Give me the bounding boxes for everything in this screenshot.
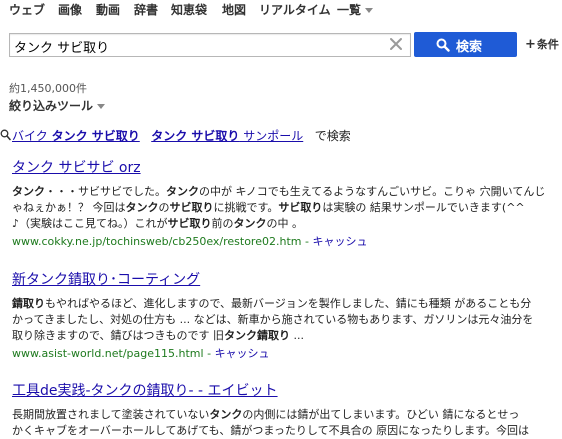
nav-item-map[interactable]: 地図 bbox=[222, 1, 246, 18]
search-conditions-link[interactable]: +条件 bbox=[525, 36, 559, 52]
magnifier-icon bbox=[0, 129, 11, 144]
snippet-highlight: 錆取り bbox=[12, 297, 45, 310]
snippet-text: かくキャブをオーバーホールしてあげても、錆がつまったりして不具合の 原因になった… bbox=[12, 424, 529, 437]
filter-tools-toggle[interactable]: 絞り込みツール bbox=[9, 97, 106, 114]
cache-link[interactable]: キャッシュ bbox=[312, 235, 367, 248]
snippet-highlight: タンク錆取り bbox=[224, 329, 291, 342]
snippet-text: の中 。 bbox=[266, 217, 304, 230]
nav-item-list[interactable]: 一覧 bbox=[337, 1, 374, 18]
result-title-link[interactable]: 工具de実践-タンクの錆取り- - エイビット bbox=[12, 380, 562, 400]
snippet-line: 取り除きますので、錆びはつきものです 旧タンク錆取り ... bbox=[12, 328, 562, 344]
snippet-line: ゃねぇかぁ！？ 今回はタンクのサビ取りに挑戦です。サビ取りは実験の 結果サンポー… bbox=[12, 200, 562, 216]
magnifier-icon bbox=[436, 37, 450, 56]
result-url: www.cokky.ne.jp/tochinsweb/cb250ex/resto… bbox=[12, 235, 368, 248]
snippet-highlight: タンク bbox=[166, 185, 199, 198]
snippet-text: ♪（実験はここ見てね。）これが bbox=[12, 217, 168, 230]
snippet-highlight: サビ取り bbox=[167, 217, 212, 230]
snippet-highlight: タンク bbox=[125, 201, 159, 214]
snippet-text: ... bbox=[290, 329, 305, 342]
result-url: www.asist-world.net/page115.html - キャッシュ bbox=[12, 347, 270, 360]
snippet-line: 錆取りもやればやるほど、進化しますので、最新バージョンを製作しました、錆にも種類… bbox=[12, 296, 562, 312]
caret-down-icon bbox=[97, 104, 106, 109]
snippet-text: は実験の 結果サンポールでいきます(^^ bbox=[322, 201, 525, 214]
snippet-line: かくキャブをオーバーホールしてあげても、錆がつまったりして不具合の 原因になった… bbox=[12, 423, 562, 439]
snippet-highlight: タンク bbox=[12, 185, 45, 198]
snippet-line: 長期間放置されまして塗装されていないタンクの内側には錆が出てしまいます。ひどい … bbox=[12, 407, 562, 423]
snippet-highlight: サビ取り bbox=[169, 201, 214, 214]
nav-item-chiebukuro[interactable]: 知恵袋 bbox=[171, 1, 207, 18]
top-nav: ウェブ 画像 動画 辞書 知恵袋 地図 リアルタイム 一覧 bbox=[0, 0, 562, 22]
snippet-text: 前の bbox=[211, 217, 234, 230]
snippet-highlight: タンク bbox=[233, 217, 267, 230]
snippet-line: タンク・・・サビサビでした。タンクの中が キノコでも生えてるようなすんごいサビ。… bbox=[12, 184, 562, 200]
result-title-link[interactable]: タンク サビサビ orz bbox=[12, 157, 562, 177]
result-title-link[interactable]: 新タンク錆取り･コーティング bbox=[12, 269, 562, 289]
search-input[interactable]: タンク サビ取り bbox=[9, 33, 411, 57]
snippet-text: 取り除きますので、錆びはつきものです 旧 bbox=[12, 329, 225, 342]
snippet-text: もやればやるほど、進化しますので、最新バージョンを製作しました、錆にも種類 があ… bbox=[45, 297, 532, 310]
search-button[interactable]: 検索 bbox=[414, 32, 517, 57]
related-search-link-1[interactable]: バイク タンク サビ取り bbox=[12, 129, 140, 143]
snippet-line: かってきましたし、対処の仕方も ... などは、新車から施されている物もあります… bbox=[12, 312, 562, 328]
snippet-highlight: タンク bbox=[209, 408, 243, 421]
result-snippet: 錆取りもやればやるほど、進化しますので、最新バージョンを製作しました、錆にも種類… bbox=[12, 296, 562, 344]
search-button-label: 検索 bbox=[456, 40, 483, 55]
snippet-text: ・・・サビサビでした。 bbox=[45, 185, 166, 198]
nav-item-images[interactable]: 画像 bbox=[58, 1, 82, 18]
result-count: 約1,450,000件 bbox=[9, 82, 87, 95]
plus-icon: + bbox=[525, 37, 536, 52]
search-query-text: タンク サビ取り bbox=[14, 41, 110, 56]
snippet-line: ♪（実験はここ見てね。）これがサビ取り前のタンクの中 。 bbox=[12, 216, 562, 232]
search-result: 新タンク錆取り･コーティング 錆取りもやればやるほど、進化しますので、最新バージ… bbox=[12, 269, 562, 361]
snippet-text: に挑戦です。 bbox=[213, 201, 279, 214]
result-snippet: 長期間放置されまして塗装されていないタンクの内側には錆が出てしまいます。ひどい … bbox=[12, 407, 562, 439]
snippet-text: の bbox=[158, 201, 170, 214]
cache-link[interactable]: キャッシュ bbox=[215, 347, 270, 360]
caret-down-icon bbox=[365, 8, 374, 13]
nav-item-realtime[interactable]: リアルタイム bbox=[259, 1, 331, 18]
nav-item-videos[interactable]: 動画 bbox=[96, 1, 120, 18]
result-snippet: タンク・・・サビサビでした。タンクの中が キノコでも生えてるようなすんごいサビ。… bbox=[12, 184, 562, 232]
snippet-text: の中が キノコでも生えてるようなすんごいサビ。こりゃ 穴開いてんじ bbox=[199, 185, 546, 198]
nav-item-dictionary[interactable]: 辞書 bbox=[134, 1, 158, 18]
snippet-text: の内側には錆が出てしまいます。ひどい 錆になるとせっ bbox=[242, 408, 520, 421]
snippet-highlight: サビ取り bbox=[278, 201, 323, 214]
related-search-link-2[interactable]: タンク サビ取り サンポール bbox=[151, 129, 303, 143]
snippet-text: ゃねぇかぁ！？ 今回は bbox=[12, 201, 126, 214]
search-result: タンク サビサビ orz タンク・・・サビサビでした。タンクの中が キノコでも生… bbox=[12, 157, 562, 249]
related-search-suffix: で検索 bbox=[314, 129, 351, 143]
snippet-text: かってきましたし、対処の仕方も ... などは、新車から施されている物もあります… bbox=[12, 313, 534, 326]
nav-item-web[interactable]: ウェブ bbox=[9, 1, 45, 18]
close-icon[interactable] bbox=[389, 36, 403, 52]
snippet-text: 長期間放置されまして塗装されていない bbox=[12, 408, 210, 421]
search-result: 工具de実践-タンクの錆取り- - エイビット 長期間放置されまして塗装されてい… bbox=[12, 380, 562, 439]
related-searches: バイク タンク サビ取り タンク サビ取り サンポール で検索 bbox=[0, 127, 351, 144]
